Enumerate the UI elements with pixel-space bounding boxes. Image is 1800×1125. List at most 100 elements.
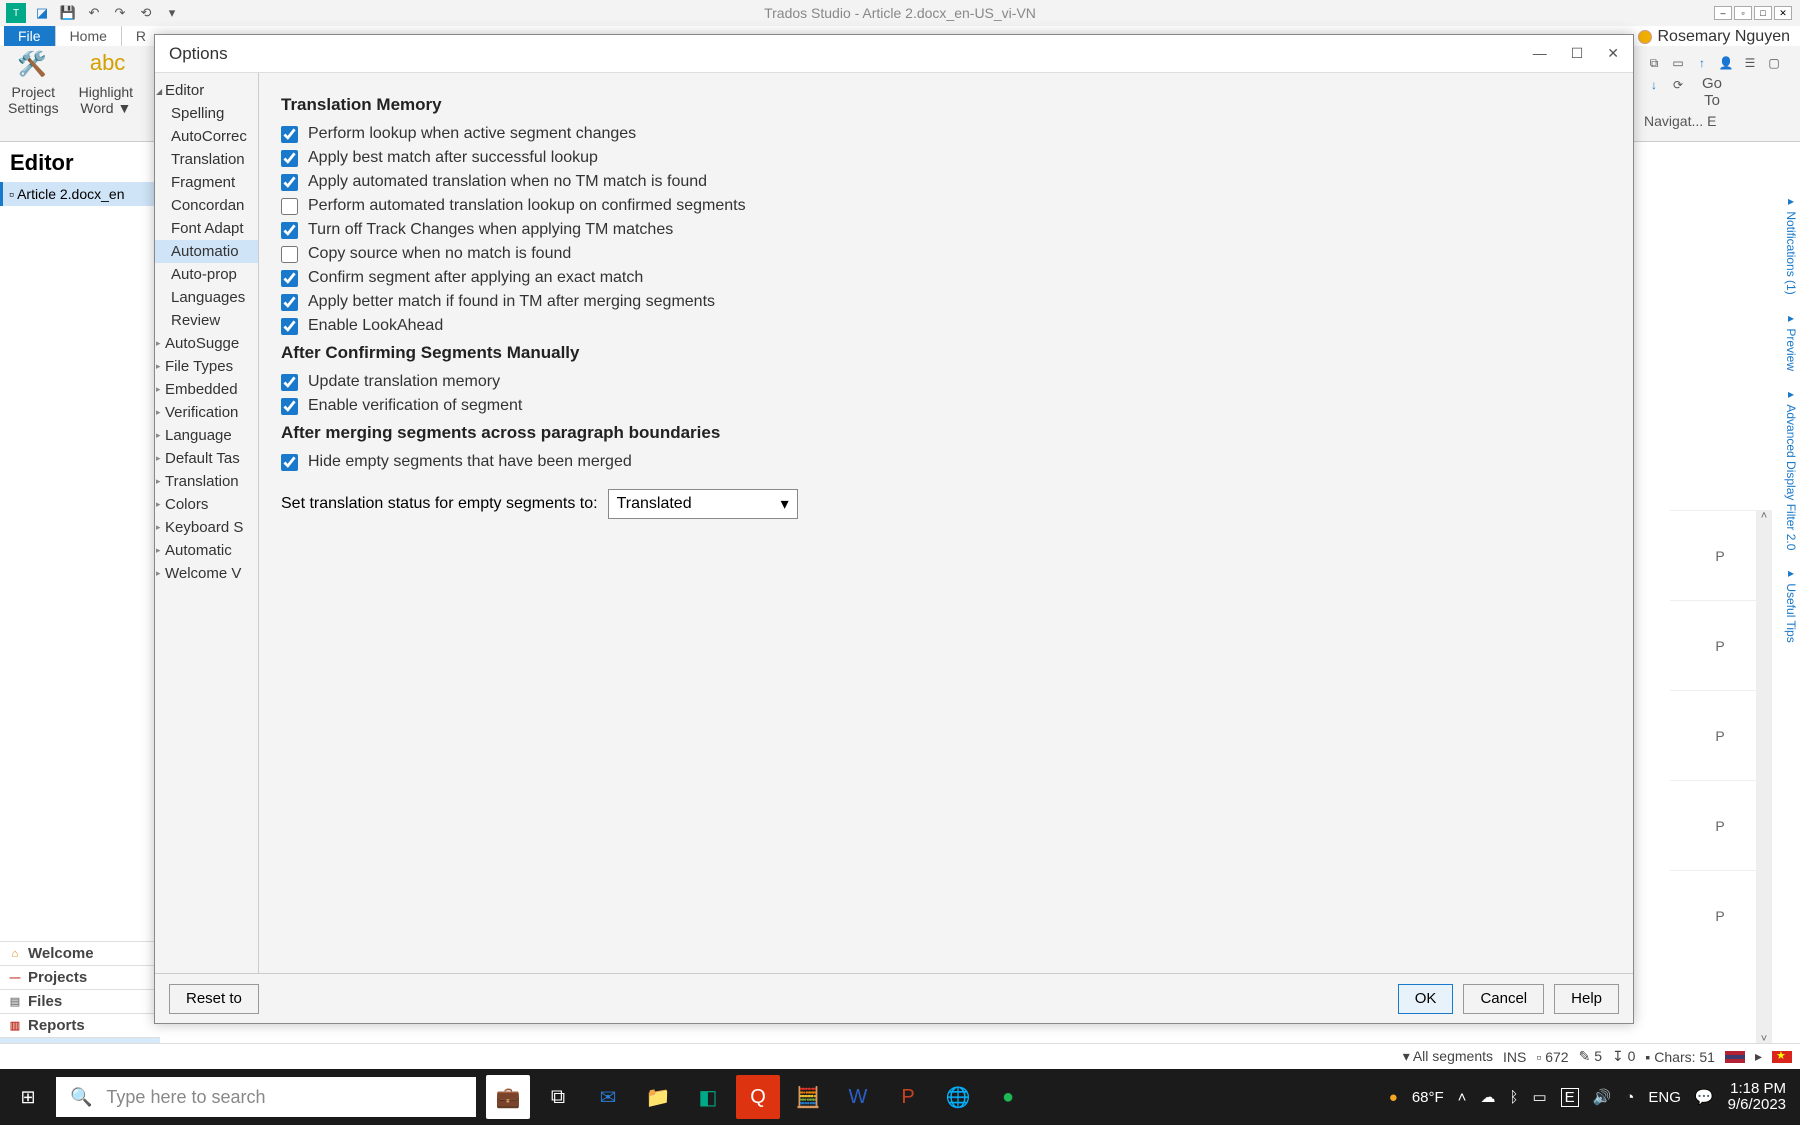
maximize-button[interactable]: □ bbox=[1754, 6, 1772, 20]
redo-icon[interactable]: ↷ bbox=[110, 3, 130, 23]
check-perform-lookup[interactable]: Perform lookup when active segment chang… bbox=[281, 125, 1611, 143]
cancel-button[interactable]: Cancel bbox=[1463, 984, 1544, 1014]
goto-button[interactable]: Go To bbox=[1692, 76, 1732, 109]
chrome-icon[interactable]: 🌐 bbox=[936, 1075, 980, 1119]
tree-translation2[interactable]: Translation bbox=[155, 470, 258, 493]
tree-welcome[interactable]: Welcome V bbox=[155, 562, 258, 585]
tree-keyboard[interactable]: Keyboard S bbox=[155, 516, 258, 539]
tree-language[interactable]: Language bbox=[155, 424, 258, 447]
tree-embedded[interactable]: Embedded bbox=[155, 378, 258, 401]
undo-icon[interactable]: ↶ bbox=[84, 3, 104, 23]
check-copy-source[interactable]: Copy source when no match is found bbox=[281, 245, 1611, 263]
calculator-icon[interactable]: 🧮 bbox=[786, 1075, 830, 1119]
tab-file[interactable]: File bbox=[4, 26, 55, 46]
tree-default-tasks[interactable]: Default Tas bbox=[155, 447, 258, 470]
notifications-icon[interactable]: 💬 bbox=[1695, 1088, 1714, 1106]
explorer-icon[interactable]: 📁 bbox=[636, 1075, 680, 1119]
refresh-icon[interactable]: ⟲ bbox=[136, 3, 156, 23]
tree-autosuggest[interactable]: AutoSugge bbox=[155, 332, 258, 355]
tab-home[interactable]: Home bbox=[55, 25, 122, 46]
layout-icon[interactable]: ⧉ bbox=[1644, 54, 1664, 72]
powerpoint-icon[interactable]: P bbox=[886, 1075, 930, 1119]
bluetooth-icon[interactable]: ᛒ bbox=[1509, 1089, 1518, 1106]
tab-preview[interactable]: ▸ Preview bbox=[1774, 305, 1800, 377]
battery-icon[interactable]: ▭ bbox=[1532, 1088, 1546, 1106]
user-label[interactable]: Rosemary Nguyen bbox=[1638, 28, 1800, 46]
check-better-match[interactable]: Apply better match if found in TM after … bbox=[281, 293, 1611, 311]
word-icon[interactable]: W bbox=[836, 1075, 880, 1119]
tree-concordance[interactable]: Concordan bbox=[155, 194, 258, 217]
status-combo[interactable]: Translated ▾ bbox=[608, 489, 798, 519]
wifi-icon[interactable]: ◔ bbox=[1625, 1089, 1634, 1106]
tree-translation[interactable]: Translation bbox=[155, 148, 258, 171]
highlight-word-button[interactable]: abc Highlight Word ▼ bbox=[79, 50, 133, 137]
refresh-icon[interactable]: ⟳ bbox=[1668, 76, 1688, 94]
split-icon[interactable]: ▭ bbox=[1668, 54, 1688, 72]
taskbar-search[interactable]: 🔍 Type here to search bbox=[56, 1077, 476, 1117]
rows-icon[interactable]: ☰ bbox=[1740, 54, 1760, 72]
person-icon[interactable]: 👤 bbox=[1716, 54, 1736, 72]
tree-review[interactable]: Review bbox=[155, 309, 258, 332]
start-button[interactable]: ⊞ bbox=[0, 1069, 56, 1125]
check-confirm-exact[interactable]: Confirm segment after applying an exact … bbox=[281, 269, 1611, 287]
minimize-button[interactable]: ‒ bbox=[1714, 6, 1732, 20]
e-app-icon[interactable]: E bbox=[1561, 1088, 1579, 1107]
clock[interactable]: 1:18 PM 9/6/2023 bbox=[1728, 1081, 1786, 1114]
tree-editor[interactable]: Editor bbox=[155, 79, 258, 102]
check-enable-verification[interactable]: Enable verification of segment bbox=[281, 397, 1611, 415]
tab-notifications[interactable]: ▸ Notifications (1) bbox=[1774, 188, 1800, 301]
close-button[interactable]: ✕ bbox=[1774, 6, 1792, 20]
weather-icon[interactable]: ● bbox=[1389, 1089, 1398, 1106]
volume-icon[interactable]: 🔊 bbox=[1593, 1088, 1612, 1106]
onedrive-icon[interactable]: ☁ bbox=[1480, 1088, 1495, 1106]
scroll-up-icon[interactable]: ˄ bbox=[1756, 510, 1772, 522]
unknown-icon[interactable]: ◪ bbox=[32, 3, 52, 23]
help-button[interactable]: Help bbox=[1554, 984, 1619, 1014]
check-lookahead[interactable]: Enable LookAhead bbox=[281, 317, 1611, 335]
tree-colors[interactable]: Colors bbox=[155, 493, 258, 516]
tree-file-types[interactable]: File Types bbox=[155, 355, 258, 378]
tree-automation[interactable]: Automatio bbox=[155, 240, 258, 263]
check-update-tm[interactable]: Update translation memory bbox=[281, 373, 1611, 391]
check-lookup-confirmed[interactable]: Perform automated translation lookup on … bbox=[281, 197, 1611, 215]
dialog-maximize-button[interactable]: ☐ bbox=[1571, 45, 1584, 62]
tab-useful-tips[interactable]: ▸ Useful Tips bbox=[1774, 560, 1800, 649]
tree-verification[interactable]: Verification bbox=[155, 401, 258, 424]
open-file-tab[interactable]: ▫ Article 2.docx_en bbox=[0, 182, 160, 206]
dialog-minimize-button[interactable]: — bbox=[1533, 45, 1547, 62]
up-icon[interactable]: ↑ bbox=[1692, 54, 1712, 72]
down-icon[interactable]: ↓ bbox=[1644, 76, 1664, 94]
trados-icon[interactable]: ◧ bbox=[686, 1075, 730, 1119]
language-indicator[interactable]: ENG bbox=[1648, 1089, 1681, 1106]
nav-reports[interactable]: ▥Reports bbox=[0, 1013, 160, 1037]
tray-chevron-icon[interactable]: ˄ bbox=[1458, 1089, 1467, 1106]
tab-advanced-display-filter[interactable]: ▸ Advanced Display Filter 2.0 bbox=[1774, 381, 1800, 556]
briefcase-icon[interactable]: 💼 bbox=[486, 1075, 530, 1119]
save-icon[interactable]: 💾 bbox=[58, 3, 78, 23]
nav-files[interactable]: ▤Files bbox=[0, 989, 160, 1013]
ok-button[interactable]: OK bbox=[1398, 984, 1454, 1014]
tree-auto-prop[interactable]: Auto-prop bbox=[155, 263, 258, 286]
check-apply-best-match[interactable]: Apply best match after successful lookup bbox=[281, 149, 1611, 167]
dialog-close-button[interactable]: ✕ bbox=[1607, 45, 1619, 62]
tree-automatic[interactable]: Automatic bbox=[155, 539, 258, 562]
restore-button[interactable]: ▫ bbox=[1734, 6, 1752, 20]
reset-button[interactable]: Reset to bbox=[169, 984, 259, 1014]
square-icon[interactable]: ▢ bbox=[1764, 54, 1784, 72]
check-apply-automated[interactable]: Apply automated translation when no TM m… bbox=[281, 173, 1611, 191]
tree-fragment[interactable]: Fragment bbox=[155, 171, 258, 194]
tree-spelling[interactable]: Spelling bbox=[155, 102, 258, 125]
dropdown-icon[interactable]: ▾ bbox=[162, 3, 182, 23]
check-track-changes[interactable]: Turn off Track Changes when applying TM … bbox=[281, 221, 1611, 239]
tree-languages[interactable]: Languages bbox=[155, 286, 258, 309]
filter-dropdown[interactable]: ▾ All segments bbox=[1403, 1048, 1493, 1065]
nav-projects[interactable]: —Projects bbox=[0, 965, 160, 989]
nav-welcome[interactable]: ⌂Welcome bbox=[0, 941, 160, 965]
spotify-icon[interactable]: ● bbox=[986, 1075, 1030, 1119]
check-hide-empty[interactable]: Hide empty segments that have been merge… bbox=[281, 453, 1611, 471]
options-tree[interactable]: Editor Spelling AutoCorrec Translation F… bbox=[155, 73, 259, 973]
tree-autocorrect[interactable]: AutoCorrec bbox=[155, 125, 258, 148]
tree-font-adapt[interactable]: Font Adapt bbox=[155, 217, 258, 240]
q-app-icon[interactable]: Q bbox=[736, 1075, 780, 1119]
outlook-icon[interactable]: ✉ bbox=[586, 1075, 630, 1119]
